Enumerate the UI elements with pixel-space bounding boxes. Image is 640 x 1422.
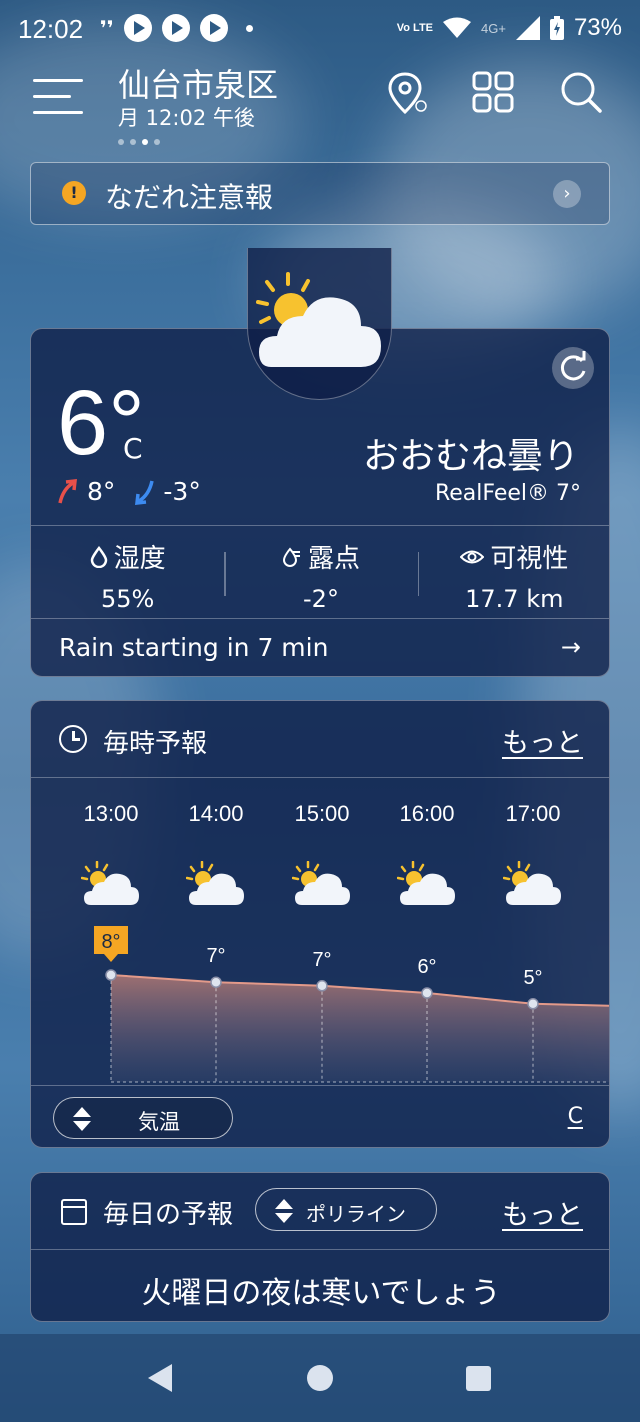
footsteps-icon: ❜❜ — [100, 16, 114, 40]
metric-label: 気温 — [138, 1110, 180, 1134]
play-icon — [123, 14, 152, 42]
chart-point[interactable] — [527, 998, 539, 1010]
temperature-unit: C — [123, 432, 143, 465]
hourly-title: 毎時予報 — [103, 729, 208, 759]
chart-temp-label: 7° — [206, 945, 225, 967]
chart-point[interactable] — [105, 969, 117, 981]
location-title[interactable]: 仙台市泉区 — [118, 60, 278, 106]
unit-toggle[interactable]: C — [568, 1104, 583, 1129]
visibility-stat: 可視性 17.7 km — [417, 526, 609, 618]
chart-point[interactable] — [316, 980, 328, 992]
daily-forecast-card: 毎日の予報 ポリライン もっと 火曜日の夜は寒いでしょう — [30, 1172, 610, 1322]
signal-icon — [515, 16, 540, 40]
warning-icon: ! — [62, 181, 86, 205]
droplet-icon — [90, 545, 107, 568]
system-icons: Vo LTE 4G+ 73% — [397, 14, 622, 42]
home-icon[interactable] — [307, 1365, 333, 1391]
hourly-footer: 気温 C — [31, 1085, 609, 1147]
battery-icon — [549, 16, 564, 40]
app-header: 仙台市泉区 月 12:02 午後 — [0, 60, 640, 150]
daily-summary: 火曜日の夜は寒いでしょう — [141, 1276, 501, 1311]
partly-cloudy-icon — [292, 861, 350, 905]
condition-text: おおむね曇り — [362, 436, 579, 477]
notification-icons: ❜❜ — [100, 14, 253, 42]
arrow-down-icon — [135, 480, 155, 505]
high-temp: 8° — [87, 477, 116, 506]
hour-time: 16:00 — [399, 801, 455, 826]
battery-percent: 73% — [573, 14, 622, 41]
chart-point[interactable] — [210, 976, 222, 988]
daily-header: 毎日の予報 ポリライン もっと — [31, 1173, 609, 1250]
search-icon[interactable] — [557, 68, 605, 116]
daily-more-link[interactable]: もっと — [502, 1193, 583, 1232]
status-bar: 12:02 ❜❜ Vo LTE 4G+ 73% — [0, 0, 640, 60]
temperature-chart: 8° 7° 7° 6° 5° — [94, 926, 609, 1083]
high-low-temps: 8° -3° — [57, 477, 201, 506]
calendar-icon — [61, 1199, 87, 1225]
widgets-grid-icon[interactable] — [469, 68, 517, 116]
arrow-right-icon[interactable]: → — [561, 633, 581, 661]
location-pin-icon[interactable] — [385, 68, 433, 116]
hour-time: 13:00 — [83, 801, 139, 826]
chart-temp-label: 8° — [101, 931, 120, 953]
chart-area — [111, 975, 609, 1082]
partly-cloudy-icon — [256, 272, 381, 367]
metric-selector[interactable]: 気温 — [53, 1097, 233, 1139]
humidity-stat: 湿度 55% — [31, 526, 224, 618]
chart-temp-label: 6° — [417, 956, 436, 978]
chart-temp-label: 7° — [312, 949, 331, 971]
location-datetime: 月 12:02 午後 — [118, 106, 255, 130]
page-indicator — [118, 139, 160, 145]
hour-time: 17:00 — [505, 801, 561, 826]
arrow-up-icon — [58, 478, 77, 503]
hour-time: 15:00 — [294, 801, 350, 826]
sort-arrows-icon — [73, 1107, 91, 1131]
refresh-icon[interactable] — [552, 347, 594, 389]
chevron-right-icon: › — [553, 180, 581, 208]
system-nav-bar — [0, 1334, 640, 1422]
daily-mode-selector[interactable]: ポリライン — [255, 1188, 437, 1231]
dewpoint-stat: 露点 -2° — [224, 526, 417, 618]
menu-icon[interactable] — [33, 77, 83, 117]
more-notifications-icon — [245, 24, 253, 32]
sort-arrows-icon — [275, 1199, 293, 1223]
volte-icon: Vo LTE — [396, 21, 434, 34]
partly-cloudy-icon — [186, 861, 244, 905]
play-icon — [161, 14, 190, 42]
chart-point[interactable] — [421, 987, 433, 999]
realfeel-text: RealFeel® 7° — [434, 481, 581, 506]
hourly-header: 毎時予報 もっと — [31, 701, 609, 778]
rain-forecast-text[interactable]: Rain starting in 7 min — [59, 633, 328, 662]
partly-cloudy-icon — [81, 861, 139, 905]
wifi-icon — [443, 17, 472, 38]
back-icon[interactable] — [148, 1364, 172, 1392]
daily-title: 毎日の予報 — [103, 1200, 234, 1230]
chart-temp-label: 5° — [523, 967, 542, 989]
hourly-forecast-card: 毎時予報 もっと 13:00 14:00 15:00 16:00 17:00 8… — [30, 700, 610, 1148]
dewpoint-icon — [282, 546, 300, 567]
clock-icon — [59, 725, 87, 753]
daily-mode-label: ポリライン — [306, 1202, 406, 1226]
visibility-value: 17.7 km — [465, 585, 564, 613]
low-temp: -3° — [163, 477, 201, 506]
humidity-value: 55% — [100, 585, 155, 613]
current-stats: 湿度 55% 露点 -2° 可視性 17.7 km — [31, 525, 609, 619]
play-icon — [199, 14, 228, 42]
dewpoint-value: -2° — [303, 585, 339, 613]
hourly-more-link[interactable]: もっと — [502, 721, 583, 760]
avalanche-alert-banner[interactable]: ! なだれ注意報 › — [30, 162, 610, 225]
recents-icon[interactable] — [466, 1366, 491, 1391]
status-time: 12:02 — [18, 14, 84, 44]
partly-cloudy-icon — [503, 861, 561, 905]
network-type: 4G+ — [481, 20, 506, 36]
hour-time: 14:00 — [188, 801, 244, 826]
alert-text: なだれ注意報 — [105, 181, 274, 214]
eye-icon — [460, 550, 485, 563]
partly-cloudy-icon — [397, 861, 455, 905]
